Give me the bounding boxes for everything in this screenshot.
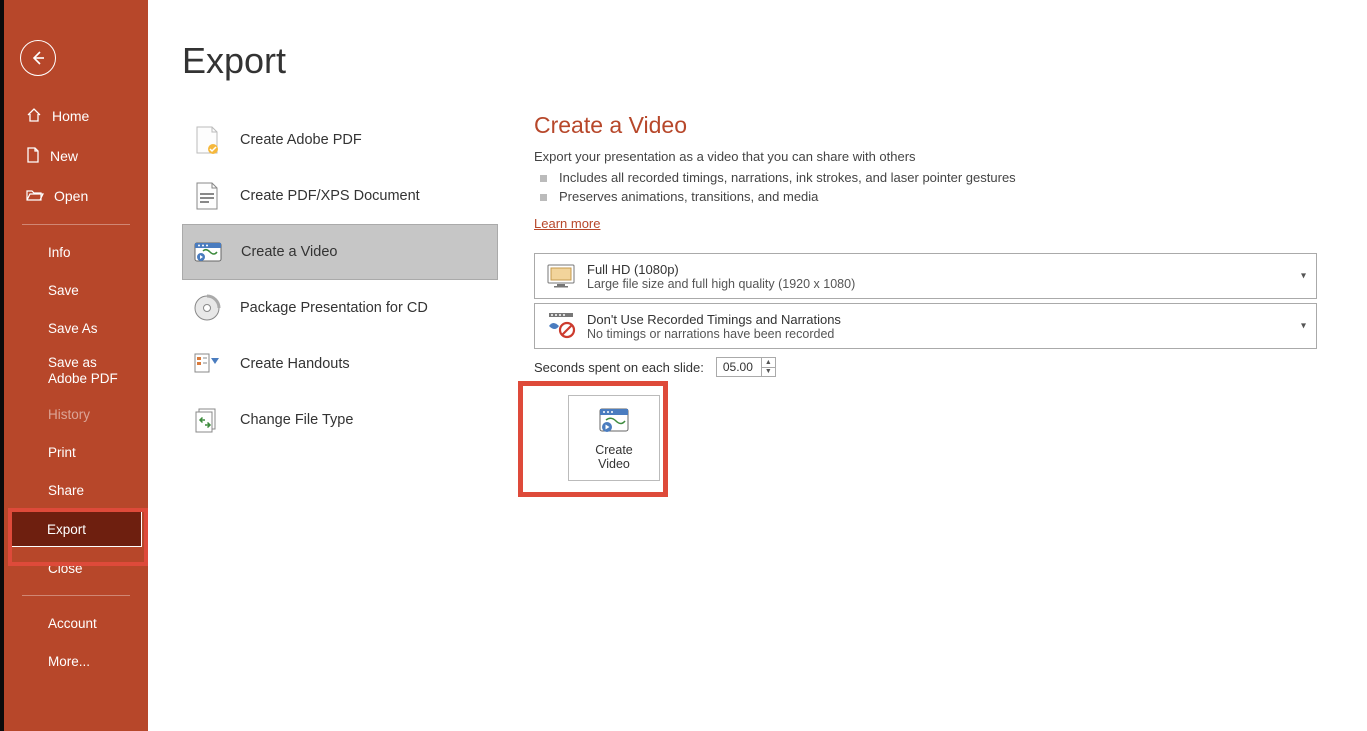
document-icon <box>26 147 40 166</box>
sidebar-history-label: History <box>48 407 90 422</box>
home-icon <box>26 107 42 126</box>
sidebar-more[interactable]: More... <box>4 642 148 680</box>
seconds-label: Seconds spent on each slide: <box>534 360 704 375</box>
pane-subtitle: Export your presentation as a video that… <box>534 149 1317 164</box>
sidebar-save-as-adobe-pdf[interactable]: Save as Adobe PDF <box>4 347 148 395</box>
timings-dropdown[interactable]: Don't Use Recorded Timings and Narration… <box>534 303 1317 349</box>
sidebar-export-label: Export <box>47 522 86 537</box>
adobe-pdf-icon <box>192 125 222 155</box>
option-label: Create a Video <box>241 244 337 260</box>
option-create-adobe-pdf[interactable]: Create Adobe PDF <box>182 112 498 168</box>
option-label: Create PDF/XPS Document <box>240 188 420 204</box>
sidebar-home-label: Home <box>52 108 89 124</box>
sidebar-share[interactable]: Share <box>4 471 148 509</box>
backstage-sidebar: Home New Open Info Save Save As Save as … <box>0 0 148 731</box>
option-change-file-type[interactable]: Change File Type <box>182 392 498 448</box>
handouts-icon <box>192 349 222 379</box>
sidebar-share-label: Share <box>48 483 84 498</box>
cd-icon <box>192 293 222 323</box>
sidebar-save-as[interactable]: Save As <box>4 309 148 347</box>
sidebar-close-label: Close <box>48 561 83 576</box>
sidebar-open-label: Open <box>54 188 88 204</box>
no-timings-icon <box>545 310 577 342</box>
sidebar-close[interactable]: Close <box>4 549 148 587</box>
create-video-icon <box>597 406 631 439</box>
monitor-icon <box>545 260 577 292</box>
option-create-video[interactable]: Create a Video <box>182 224 498 280</box>
sidebar-new-label: New <box>50 148 78 164</box>
video-quality-dropdown[interactable]: Full HD (1080p) Large file size and full… <box>534 253 1317 299</box>
sidebar-print[interactable]: Print <box>4 433 148 471</box>
create-video-pane: Create a Video Export your presentation … <box>534 112 1317 515</box>
bullet-item: Includes all recorded timings, narration… <box>540 170 1317 185</box>
change-file-type-icon <box>192 405 222 435</box>
sidebar-export[interactable]: Export <box>10 511 142 547</box>
sidebar-account[interactable]: Account <box>4 604 148 642</box>
bullet-icon <box>540 175 547 182</box>
video-icon <box>193 237 223 267</box>
spinner-down-icon[interactable]: ▼ <box>762 368 775 377</box>
bullet-text: Preserves animations, transitions, and m… <box>559 189 818 204</box>
folder-open-icon <box>26 188 44 205</box>
sidebar-open[interactable]: Open <box>4 176 148 216</box>
option-create-pdf-xps[interactable]: Create PDF/XPS Document <box>182 168 498 224</box>
sidebar-print-label: Print <box>48 445 76 460</box>
dropdown-subtitle: No timings or narrations have been recor… <box>587 327 841 341</box>
option-label: Create Handouts <box>240 356 350 372</box>
dropdown-title: Don't Use Recorded Timings and Narration… <box>587 312 841 327</box>
sidebar-info[interactable]: Info <box>4 233 148 271</box>
pane-title: Create a Video <box>534 112 1317 139</box>
divider <box>22 224 130 225</box>
option-label: Change File Type <box>240 412 353 428</box>
sidebar-save-as-adobe-pdf-label: Save as Adobe PDF <box>48 355 134 387</box>
sidebar-more-label: More... <box>48 654 90 669</box>
bullet-item: Preserves animations, transitions, and m… <box>540 189 1317 204</box>
option-label: Package Presentation for CD <box>240 300 428 316</box>
create-video-label-1: Create <box>595 443 633 457</box>
bullet-icon <box>540 194 547 201</box>
create-video-label-2: Video <box>595 457 633 471</box>
learn-more-link[interactable]: Learn more <box>534 216 600 231</box>
sidebar-history: History <box>4 395 148 433</box>
back-button[interactable] <box>20 40 56 76</box>
main-content: Export Create Adobe PDF Create PDF/XPS D… <box>148 0 1367 731</box>
sidebar-save[interactable]: Save <box>4 271 148 309</box>
divider <box>22 595 130 596</box>
dropdown-subtitle: Large file size and full high quality (1… <box>587 277 855 291</box>
pdf-xps-icon <box>192 181 222 211</box>
seconds-spinner[interactable]: 05.00 ▲ ▼ <box>716 357 776 377</box>
chevron-down-icon: ▾ <box>1301 271 1306 282</box>
chevron-down-icon: ▾ <box>1301 321 1306 332</box>
seconds-row: Seconds spent on each slide: 05.00 ▲ ▼ <box>534 357 1317 377</box>
sidebar-save-as-label: Save As <box>48 321 98 336</box>
page-title: Export <box>182 40 286 82</box>
option-package-cd[interactable]: Package Presentation for CD <box>182 280 498 336</box>
sidebar-save-label: Save <box>48 283 79 298</box>
sidebar-home[interactable]: Home <box>4 96 148 136</box>
spinner-up-icon[interactable]: ▲ <box>762 358 775 368</box>
seconds-value: 05.00 <box>723 360 753 374</box>
sidebar-new[interactable]: New <box>4 136 148 176</box>
sidebar-info-label: Info <box>48 245 71 260</box>
option-create-handouts[interactable]: Create Handouts <box>182 336 498 392</box>
option-label: Create Adobe PDF <box>240 132 362 148</box>
export-options-list: Create Adobe PDF Create PDF/XPS Document… <box>182 112 498 448</box>
sidebar-account-label: Account <box>48 616 97 631</box>
dropdown-title: Full HD (1080p) <box>587 262 855 277</box>
bullet-text: Includes all recorded timings, narration… <box>559 170 1016 185</box>
create-video-button[interactable]: Create Video <box>568 395 660 481</box>
